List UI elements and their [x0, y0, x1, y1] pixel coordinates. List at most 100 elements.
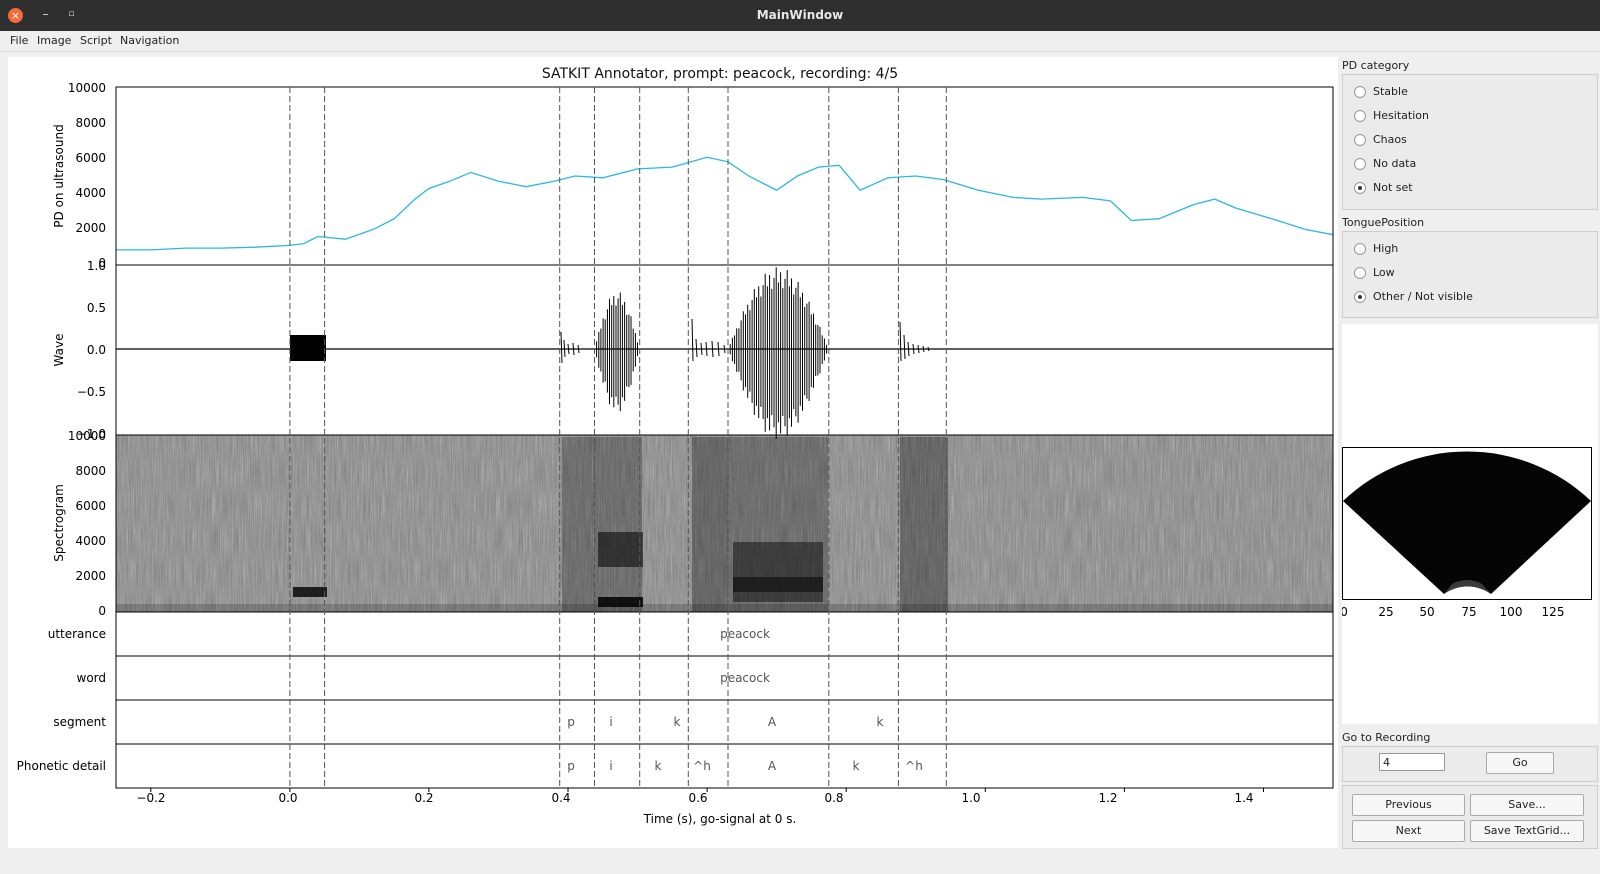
goto-recording-group: 4 Go	[1342, 746, 1598, 782]
pd-ytick: 4000	[75, 186, 106, 200]
tier-label-utterance: utterance	[48, 627, 106, 641]
annotation-figure: SATKIT Annotator, prompt: peacock, recor…	[17, 66, 1334, 826]
pd-ytick: 6000	[75, 151, 106, 165]
tier-label-word: word	[77, 671, 107, 685]
wave-ylabel: Wave	[52, 334, 66, 367]
waveform-trace	[116, 267, 1333, 439]
segment-interval[interactable]: k	[877, 715, 884, 729]
radio-label: Other / Not visible	[1373, 290, 1473, 303]
segment-interval[interactable]: i	[609, 715, 612, 729]
utterance-interval[interactable]: peacock	[720, 627, 770, 641]
pd-series-line	[116, 156, 1333, 251]
plot-title: SATKIT Annotator, prompt: peacock, recor…	[542, 66, 898, 82]
save-textgrid-button[interactable]: Save TextGrid...	[1470, 820, 1584, 842]
ultrasound-fan	[1343, 451, 1591, 594]
pd-category-label: PD category	[1342, 59, 1410, 72]
phone-interval[interactable]: p	[567, 759, 575, 773]
menu-script[interactable]: Script	[80, 34, 112, 47]
radio-indicator-selected[interactable]	[1354, 290, 1366, 303]
pd-category-group: Stable Hesitation Chaos No data Not set	[1342, 74, 1598, 210]
phone-interval[interactable]: k	[853, 759, 860, 773]
save-button[interactable]: Save...	[1470, 794, 1584, 816]
pd-ytick: 8000	[75, 116, 106, 130]
radio-chaos[interactable]: Chaos	[1354, 133, 1407, 146]
wave-ytick: 1.0	[87, 259, 106, 273]
x-tick: 0.8	[824, 791, 843, 805]
recording-number-input[interactable]: 4	[1379, 753, 1445, 771]
radio-indicator[interactable]	[1354, 157, 1366, 170]
radio-indicator[interactable]	[1354, 266, 1366, 279]
radio-indicator[interactable]	[1354, 109, 1366, 122]
phone-interval[interactable]: k	[655, 759, 662, 773]
menu-file[interactable]: File	[10, 34, 28, 47]
radio-label: High	[1373, 242, 1399, 255]
radio-not-set[interactable]: Not set	[1354, 181, 1413, 194]
wave-yticks: 1.0 0.5 0.0 −0.5 −1.0	[77, 259, 106, 441]
radio-indicator[interactable]	[1354, 242, 1366, 255]
pd-yticks: 10000 8000 6000 4000 2000 0	[68, 81, 106, 270]
us-xtick: 75	[1461, 605, 1476, 619]
us-xtick: 25	[1378, 605, 1393, 619]
phone-interval[interactable]: ^h	[693, 759, 711, 773]
ultrasound-figure: 0 25 50 75 100 125	[1340, 447, 1592, 619]
spec-ytick: 8000	[75, 464, 106, 478]
x-tick: 0.6	[688, 791, 707, 805]
phone-interval[interactable]: i	[609, 759, 612, 773]
pd-axes	[115, 86, 1334, 266]
segment-interval[interactable]: k	[674, 715, 681, 729]
radio-other-not-visible[interactable]: Other / Not visible	[1354, 290, 1473, 303]
wave-ytick: 0.5	[87, 301, 106, 315]
menu-image[interactable]: Image	[37, 34, 71, 47]
phone-interval[interactable]: A	[768, 759, 777, 773]
spec-ytick: 10000	[68, 429, 106, 443]
pd-ytick: 2000	[75, 221, 106, 235]
x-tick: 1.4	[1234, 791, 1253, 805]
us-xtick: 0	[1342, 605, 1348, 619]
menubar: File Image Script Navigation	[0, 31, 1600, 52]
us-xtick: 50	[1419, 605, 1434, 619]
us-xtick: 125	[1542, 605, 1565, 619]
radio-indicator[interactable]	[1354, 85, 1366, 98]
radio-no-data[interactable]: No data	[1354, 157, 1416, 170]
radio-indicator[interactable]	[1354, 133, 1366, 146]
phonetic-tier-axes	[115, 743, 1334, 789]
previous-button[interactable]: Previous	[1352, 794, 1465, 816]
x-tick: −0.2	[136, 791, 165, 805]
tier-label-segment: segment	[53, 715, 106, 729]
radio-label: Not set	[1373, 181, 1413, 194]
radio-high[interactable]: High	[1354, 242, 1398, 255]
radio-low[interactable]: Low	[1354, 266, 1395, 279]
us-xtick: 100	[1500, 605, 1523, 619]
go-button[interactable]: Go	[1486, 752, 1554, 774]
x-tick: 0.4	[551, 791, 570, 805]
segment-tier-axes	[115, 699, 1334, 745]
ultrasound-xticks: 0 25 50 75 100 125	[1340, 605, 1565, 619]
x-axis-label: Time (s), go-signal at 0 s.	[643, 812, 797, 826]
radio-indicator-selected[interactable]	[1354, 181, 1366, 194]
wave-ytick: −0.5	[77, 385, 106, 399]
radio-stable[interactable]: Stable	[1354, 85, 1408, 98]
x-tick: 0.0	[278, 791, 297, 805]
radio-label: No data	[1373, 157, 1417, 170]
phone-interval[interactable]: ^h	[905, 759, 923, 773]
wave-ytick: 0.0	[87, 343, 106, 357]
spectrogram-ylabel: Spectrogram	[52, 484, 66, 562]
radio-label: Low	[1373, 266, 1395, 279]
segment-interval[interactable]: p	[567, 715, 575, 729]
segment-interval[interactable]: A	[768, 715, 777, 729]
spec-yticks: 10000 8000 6000 4000 2000 0	[68, 429, 106, 618]
x-tick: 0.2	[414, 791, 433, 805]
spectrogram-image	[116, 435, 1333, 612]
x-tick: 1.0	[961, 791, 980, 805]
next-button[interactable]: Next	[1352, 820, 1465, 842]
x-tick: 1.2	[1098, 791, 1117, 805]
x-ticks: −0.2 0.0 0.2 0.4 0.6 0.8 1.0 1.2 1.4	[136, 788, 1264, 805]
menu-navigation[interactable]: Navigation	[120, 34, 179, 47]
annotation-plot-canvas[interactable]: SATKIT Annotator, prompt: peacock, recor…	[8, 57, 1338, 848]
radio-hesitation[interactable]: Hesitation	[1354, 109, 1429, 122]
ultrasound-image-panel[interactable]: 0 25 50 75 100 125	[1340, 324, 1598, 724]
spec-ytick: 4000	[75, 534, 106, 548]
tier-labels: utterance word segment Phonetic detail	[17, 627, 107, 773]
word-interval[interactable]: peacock	[720, 671, 770, 685]
navigation-group: Previous Save... Next Save TextGrid...	[1342, 785, 1598, 849]
